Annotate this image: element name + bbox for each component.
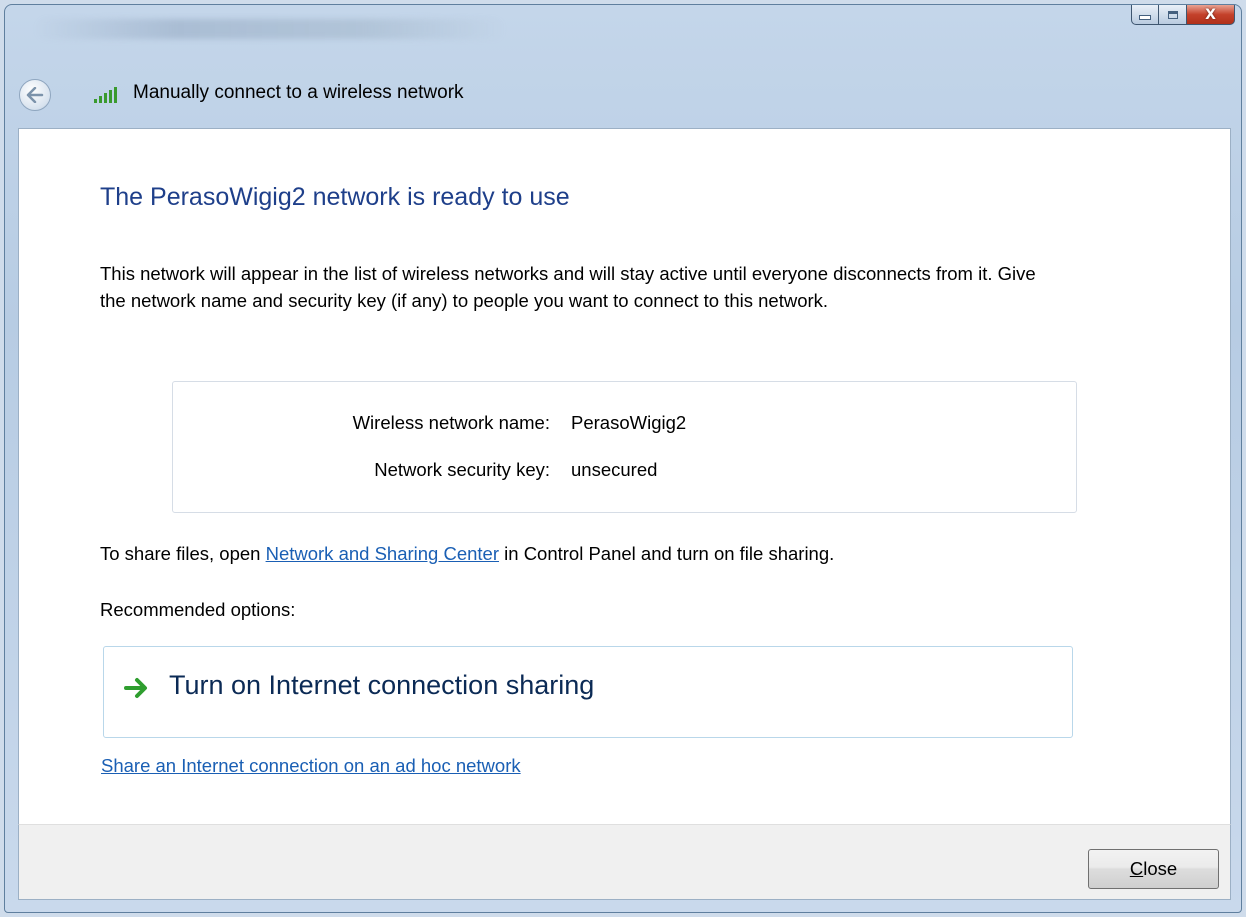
minimize-button[interactable]	[1131, 5, 1159, 25]
security-key-label: Network security key:	[374, 459, 550, 480]
content-panel: The PerasoWigig2 network is ready to use…	[18, 128, 1231, 824]
security-key-value: unsecured	[571, 459, 658, 480]
green-arrow-icon	[124, 678, 147, 698]
footer-bar: Close	[18, 824, 1231, 900]
back-button[interactable]	[19, 79, 51, 111]
network-sharing-center-link[interactable]: Network and Sharing Center	[266, 543, 499, 564]
share-prefix: To share files, open	[100, 543, 266, 564]
turn-on-ics-command-link[interactable]: Turn on Internet connection sharing	[103, 646, 1073, 738]
wireless-signal-icon	[94, 87, 117, 103]
close-label-rest: lose	[1143, 858, 1178, 879]
minimize-icon	[1139, 15, 1151, 20]
network-info-box: Wireless network name: PerasoWigig2 Netw…	[172, 381, 1077, 513]
network-name-label: Wireless network name:	[352, 412, 550, 433]
dialog-window: X Manually connect to a wireless network…	[4, 4, 1242, 913]
maximize-button[interactable]	[1159, 5, 1187, 25]
caption-buttons: X	[1131, 5, 1235, 25]
title-bar[interactable]: X	[5, 5, 1241, 45]
network-name-value: PerasoWigig2	[571, 412, 687, 433]
maximize-icon	[1167, 10, 1178, 19]
command-link-label: Turn on Internet connection sharing	[169, 670, 595, 700]
close-button[interactable]: Close	[1088, 849, 1219, 889]
back-arrow-icon	[26, 87, 44, 103]
close-icon: X	[1205, 6, 1216, 23]
description-text: This network will appear in the list of …	[100, 263, 1036, 311]
recommended-options-label: Recommended options:	[100, 599, 296, 620]
page-heading: The PerasoWigig2 network is ready to use	[100, 183, 570, 211]
window-close-button[interactable]: X	[1187, 5, 1235, 25]
share-suffix: in Control Panel and turn on file sharin…	[499, 543, 835, 564]
dialog-title: Manually connect to a wireless network	[133, 82, 464, 103]
share-files-text: To share files, open Network and Sharing…	[100, 543, 834, 565]
blurred-breadcrumb	[35, 19, 505, 39]
nav-bar: Manually connect to a wireless network	[5, 79, 1241, 123]
adhoc-share-link[interactable]: Share an Internet connection on an ad ho…	[101, 755, 521, 777]
close-accelerator: C	[1129, 858, 1144, 879]
